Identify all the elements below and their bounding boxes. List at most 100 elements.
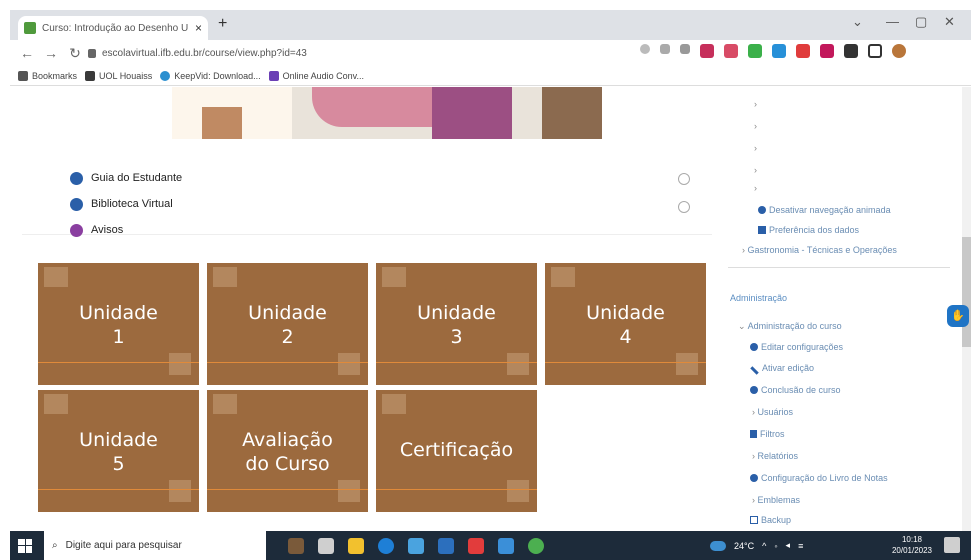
bookmark-item[interactable]: KeepVid: Download... [160,70,261,81]
side-panel-icon[interactable] [868,44,882,58]
pencil-icon [750,366,759,375]
volume-icon[interactable]: ◂ [786,540,791,551]
puzzle-icon[interactable] [844,44,858,58]
app-icon[interactable] [438,537,454,554]
tile-avaliacao-do-curso[interactable]: Avaliação do Curso [207,390,368,512]
network-icon[interactable]: ◦ [774,541,777,551]
gear-icon [750,474,758,482]
bookmark-item[interactable]: UOL Houaiss [85,70,152,81]
store-icon[interactable] [408,537,424,554]
people-icon[interactable] [288,537,304,554]
pocket-icon[interactable] [700,44,714,58]
taskbar-clock[interactable]: 10:18 20/01/2023 [890,534,934,556]
task-view-icon[interactable] [318,537,334,554]
course-section-card: Guia do Estudante Biblioteca Virtual Avi… [22,87,712,237]
chevron-right-icon: › [742,245,745,255]
chevron-right-icon[interactable]: › [754,121,757,131]
disable-animated-nav-link[interactable]: Desativar navegação animada [758,205,891,215]
star-icon[interactable] [680,44,690,54]
notification-icon[interactable] [944,537,960,553]
bookmark-item[interactable]: Bookmarks [18,70,77,81]
moodle-favicon-icon [24,22,36,34]
back-arrow-icon[interactable]: ← [20,45,34,61]
admin-block-title: Administração [730,293,788,303]
close-window-button[interactable]: ✕ [944,14,955,30]
chevron-right-icon[interactable]: › [754,99,757,109]
url-text: escolavirtual.ifb.edu.br/course/view.php… [102,47,307,59]
file-explorer-icon[interactable] [348,537,364,554]
tile-certificacao[interactable]: Certificação [376,390,537,512]
language-icon[interactable]: ≡ [798,541,803,551]
library-icon [70,197,83,211]
course-admin-node[interactable]: ⌄ Administração do curso [738,321,842,332]
extension-icon[interactable] [724,44,738,58]
screen: Curso: Introdução ao Desenho U × + ⌄ — ▢… [10,10,971,560]
scrollbar-thumb[interactable] [962,237,971,347]
admin-item-ativar-edicao[interactable]: Ativar edição [750,363,814,375]
chevron-right-icon[interactable]: › [754,165,757,175]
tile-unidade-5[interactable]: Unidade 5 [38,390,199,512]
tab-close-icon[interactable]: × [195,21,202,35]
play-icon [268,70,279,81]
avatar[interactable] [892,44,906,58]
zoom-icon[interactable] [640,44,650,54]
chevron-right-icon[interactable]: › [754,183,757,193]
database-icon [758,226,766,234]
course-banner-image [172,87,602,139]
admin-item-editar-configuracoes[interactable]: Editar configurações [750,342,843,352]
forward-arrow-icon[interactable]: → [44,45,58,61]
divider [728,267,950,268]
uol-icon [85,70,96,81]
admin-item-conclusao-de-curso[interactable]: Conclusão de curso [750,385,841,395]
taskbar-apps [288,537,544,554]
chrome-icon[interactable] [528,537,544,554]
admin-item-emblemas[interactable]: › Emblemas [752,495,800,505]
extension-icon[interactable] [820,44,834,58]
new-tab-button[interactable]: + [218,15,227,33]
app-icon[interactable] [468,537,484,554]
mail-icon[interactable] [498,537,514,554]
share-icon[interactable] [660,44,670,54]
course-gastronomia-link[interactable]: › Gastronomia - Técnicas e Operações [742,245,897,255]
windows-start-icon[interactable] [18,538,32,553]
data-preference-link[interactable]: Preferência dos dados [758,225,859,235]
browser-tab-bar: Curso: Introdução ao Desenho U × + ⌄ — ▢… [10,10,971,40]
chevron-up-icon[interactable]: ^ [762,541,766,551]
restore-button[interactable]: ▢ [915,14,927,30]
admin-item-usuarios[interactable]: › Usuários [752,407,793,417]
minimize-button[interactable]: — [886,14,899,29]
gear-icon [750,343,758,351]
extension-icon[interactable] [772,44,786,58]
edge-icon[interactable] [378,537,394,554]
browser-toolbar: ← → ↻ escolavirtual.ifb.edu.br/course/vi… [10,40,971,66]
taskbar-search-box[interactable]: ⌕ Digite aqui para pesquisar [44,531,266,560]
evernote-icon[interactable] [748,44,762,58]
link-guia-do-estudante[interactable]: Guia do Estudante [70,165,182,191]
admin-item-filtros[interactable]: Filtros [750,429,785,439]
reload-icon[interactable]: ↻ [68,45,82,62]
link-biblioteca-virtual[interactable]: Biblioteca Virtual [70,191,182,217]
completion-checkbox[interactable] [678,173,690,185]
accessibility-icon[interactable]: ✋ [947,305,969,327]
filter-icon [750,430,757,438]
browser-tab[interactable]: Curso: Introdução ao Desenho U × [18,16,208,40]
chevron-right-icon: › [752,495,755,505]
address-bar[interactable]: escolavirtual.ifb.edu.br/course/view.php… [88,43,528,63]
chevron-down-icon: ⌄ [738,321,746,331]
chevron-right-icon[interactable]: › [754,143,757,153]
weather-icon[interactable] [710,540,726,551]
link-avisos[interactable]: Avisos [70,217,182,243]
completion-checkbox[interactable] [678,201,690,213]
tile-unidade-1[interactable]: Unidade 1 [38,263,199,385]
admin-item-relatorios[interactable]: › Relatórios [752,451,798,461]
tab-search-icon[interactable]: ⌄ [852,14,863,30]
tile-unidade-4[interactable]: Unidade 4 [545,263,706,385]
pdf-icon[interactable] [796,44,810,58]
admin-item-backup[interactable]: Backup [750,515,791,525]
tab-title: Curso: Introdução ao Desenho U [42,22,189,34]
bookmark-item[interactable]: Online Audio Conv... [268,70,364,81]
extension-icons [640,44,906,58]
tile-unidade-3[interactable]: Unidade 3 [376,263,537,385]
tile-unidade-2[interactable]: Unidade 2 [207,263,368,385]
admin-item-livro-de-notas[interactable]: Configuração do Livro de Notas [750,473,888,483]
